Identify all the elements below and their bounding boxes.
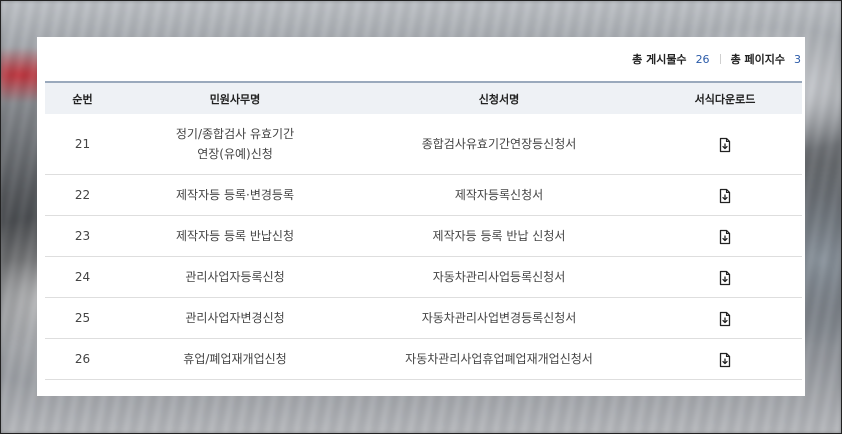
form-name: 제작자등록신청서 xyxy=(350,174,648,216)
header-no: 순번 xyxy=(45,81,120,114)
civil-service-name-line1: 휴업/폐업재개업신청 xyxy=(183,352,287,366)
table-row: 22 제작자등 등록·변경등록 제작자등록신청서 xyxy=(45,174,802,216)
civil-service-name-line1: 관리사업자등록신청 xyxy=(185,270,285,284)
file-download-icon[interactable] xyxy=(717,188,733,204)
table-header-row: 순번 민원사무명 신청서명 서식다운로드 xyxy=(45,81,802,114)
form-name: 제작자등 등록 반납 신청서 xyxy=(350,215,648,257)
civil-service-name: 제작자등 등록·변경등록 xyxy=(120,174,350,216)
download-cell xyxy=(648,256,802,298)
table-row: 21 정기/종합검사 유효기간 연장(유예)신청 종합검사유효기간연장등신청서 xyxy=(45,114,802,175)
summary-stats: 총 게시물수 26 총 페이지수 3 xyxy=(632,51,801,67)
download-cell xyxy=(648,215,802,257)
header-civil-service: 민원사무명 xyxy=(120,81,350,114)
file-download-icon[interactable] xyxy=(717,270,733,286)
total-posts-count: 26 xyxy=(695,52,710,66)
civil-service-name-line1: 정기/종합검사 유효기간 xyxy=(175,127,295,141)
download-cell xyxy=(648,114,802,175)
civil-service-name: 관리사업자변경신청 xyxy=(120,297,350,339)
form-list-panel: 총 게시물수 26 총 페이지수 3 순번 민원사무명 신청서명 서식다운로드 … xyxy=(37,37,805,396)
table-row: 25 관리사업자변경신청 자동차관리사업변경등록신청서 xyxy=(45,297,802,339)
total-posts-label: 총 게시물수 xyxy=(632,53,687,66)
civil-service-name-line2: 연장(유예)신청 xyxy=(197,147,273,161)
table-row: 24 관리사업자등록신청 자동차관리사업등록신청서 xyxy=(45,256,802,298)
civil-service-name-line1: 제작자등 등록 반납신청 xyxy=(175,229,295,243)
row-number: 25 xyxy=(45,297,120,339)
form-name: 자동차관리사업휴업폐업재개업신청서 xyxy=(350,338,648,380)
form-name: 자동차관리사업변경등록신청서 xyxy=(350,297,648,339)
form-table: 순번 민원사무명 신청서명 서식다운로드 21 정기/종합검사 유효기간 연장(유예… xyxy=(45,81,802,380)
form-name: 종합검사유효기간연장등신청서 xyxy=(350,114,648,175)
header-form-name: 신청서명 xyxy=(350,81,648,114)
download-cell xyxy=(648,297,802,339)
table-row: 26 휴업/폐업재개업신청 자동차관리사업휴업폐업재개업신청서 xyxy=(45,338,802,380)
civil-service-name: 정기/종합검사 유효기간연장(유예)신청 xyxy=(120,114,350,175)
civil-service-name: 휴업/폐업재개업신청 xyxy=(120,338,350,380)
row-number: 21 xyxy=(45,114,120,175)
file-download-icon[interactable] xyxy=(717,311,733,327)
civil-service-name: 관리사업자등록신청 xyxy=(120,256,350,298)
file-download-icon[interactable] xyxy=(717,229,733,245)
header-download: 서식다운로드 xyxy=(648,81,802,114)
total-pages-count: 3 xyxy=(794,52,801,66)
file-download-icon[interactable] xyxy=(717,352,733,368)
civil-service-name: 제작자등 등록 반납신청 xyxy=(120,215,350,257)
total-pages-label: 총 페이지수 xyxy=(730,53,785,66)
civil-service-name-line1: 관리사업자변경신청 xyxy=(185,311,285,325)
row-number: 23 xyxy=(45,215,120,257)
table-row: 23 제작자등 등록 반납신청 제작자등 등록 반납 신청서 xyxy=(45,215,802,257)
divider xyxy=(719,54,721,64)
row-number: 26 xyxy=(45,338,120,380)
download-cell xyxy=(648,338,802,380)
civil-service-name-line1: 제작자등 등록·변경등록 xyxy=(175,188,295,202)
row-number: 24 xyxy=(45,256,120,298)
form-name: 자동차관리사업등록신청서 xyxy=(350,256,648,298)
row-number: 22 xyxy=(45,174,120,216)
file-download-icon[interactable] xyxy=(717,137,733,153)
download-cell xyxy=(648,174,802,216)
